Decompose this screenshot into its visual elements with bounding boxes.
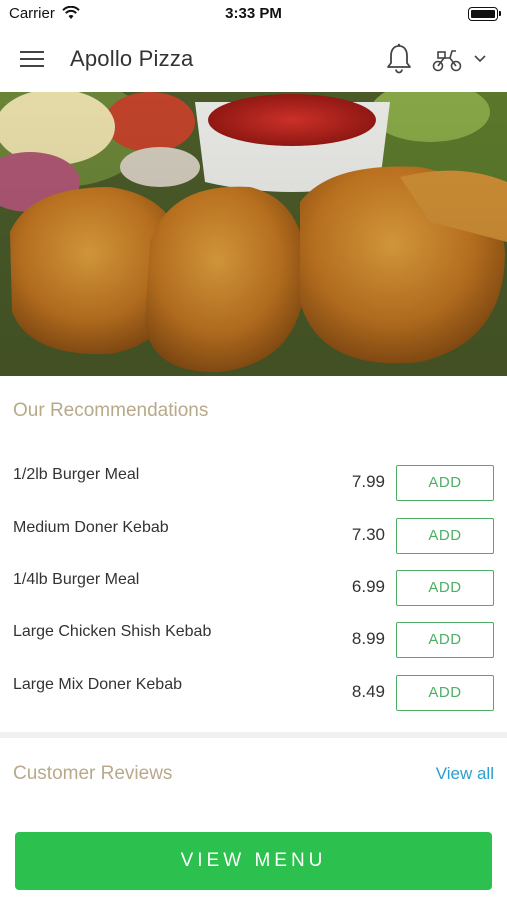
item-name: Large Mix Doner Kebab	[13, 676, 182, 693]
reviews-title: Customer Reviews	[13, 763, 173, 784]
view-all-link[interactable]: View all	[436, 764, 494, 784]
item-name: Medium Doner Kebab	[13, 519, 169, 536]
list-item: Medium Doner Kebab 7.30 ADD	[0, 511, 507, 563]
view-menu-button[interactable]: VIEW MENU	[15, 832, 492, 890]
menu-icon[interactable]	[20, 48, 50, 72]
item-name: 1/2lb Burger Meal	[13, 466, 140, 483]
add-button[interactable]: ADD	[396, 675, 494, 711]
hero-image	[0, 92, 507, 376]
recommendations-title: Our Recommendations	[13, 400, 209, 421]
app-title: Apollo Pizza	[70, 46, 194, 71]
app-header: Apollo Pizza	[0, 28, 507, 92]
battery-icon	[468, 7, 501, 21]
bell-icon[interactable]	[384, 42, 414, 76]
add-button[interactable]: ADD	[396, 465, 494, 501]
status-bar: Carrier 3:33 PM	[0, 0, 507, 28]
section-divider	[0, 732, 507, 738]
item-price: 7.99	[351, 472, 385, 491]
scooter-icon[interactable]	[430, 46, 464, 74]
add-button[interactable]: ADD	[396, 622, 494, 658]
list-item: 1/2lb Burger Meal 7.99 ADD	[0, 458, 507, 510]
list-item: 1/4lb Burger Meal 6.99 ADD	[0, 563, 507, 615]
add-button[interactable]: ADD	[396, 518, 494, 554]
list-item: Large Mix Doner Kebab 8.49 ADD	[0, 668, 507, 720]
item-price: 7.30	[351, 525, 385, 544]
item-price: 6.99	[351, 577, 385, 596]
item-name: Large Chicken Shish Kebab	[13, 623, 212, 640]
list-item: Large Chicken Shish Kebab 8.99 ADD	[0, 615, 507, 667]
clock: 3:33 PM	[225, 5, 282, 22]
chevron-down-icon[interactable]	[472, 52, 488, 66]
add-button[interactable]: ADD	[396, 570, 494, 606]
item-price: 8.49	[351, 682, 385, 701]
item-price: 8.99	[351, 629, 385, 648]
item-name: 1/4lb Burger Meal	[13, 571, 140, 588]
